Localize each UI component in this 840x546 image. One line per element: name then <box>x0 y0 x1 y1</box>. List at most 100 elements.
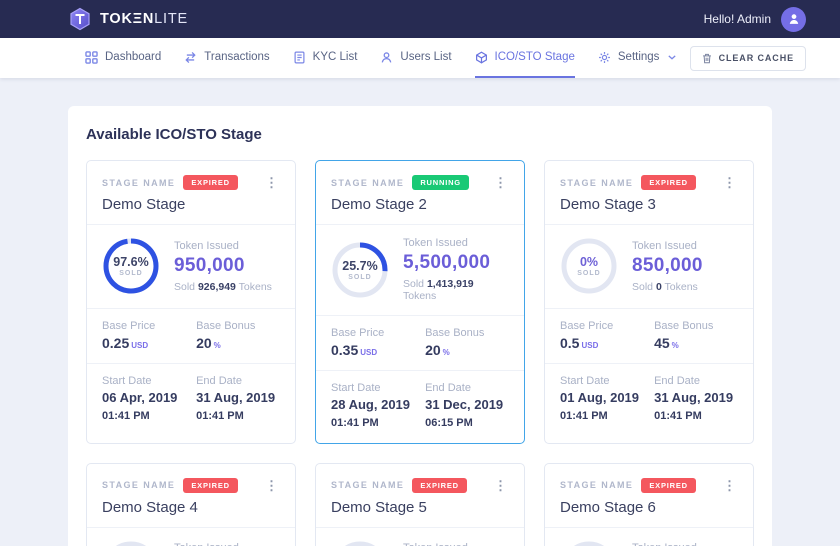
hexagon-logo-icon <box>68 7 92 31</box>
sold-tokens-line: Sold 0 Tokens <box>632 281 703 293</box>
base-bonus-value: 20% <box>425 342 509 358</box>
stage-card: STAGE NAME EXPIRED ⋮ Demo Stage 6 0% SOL… <box>544 463 754 546</box>
end-date-value: 31 Aug, 2019 01:41 PM <box>654 390 738 424</box>
token-issued-label: Token Issued <box>632 240 703 252</box>
sold-percent: 25.7% <box>342 259 377 273</box>
end-date-value: 31 Aug, 2019 01:41 PM <box>196 390 280 424</box>
clear-cache-button[interactable]: CLEAR CACHE <box>690 46 806 71</box>
sold-percent: 97.6% <box>113 255 148 269</box>
base-bonus-value: 45% <box>654 335 738 351</box>
status-badge: RUNNING <box>412 175 469 190</box>
nav-item-dashboard[interactable]: Dashboard <box>85 38 161 78</box>
base-price-value: 0.35USD <box>331 342 419 358</box>
base-price-label: Base Price <box>102 320 190 332</box>
user-avatar[interactable] <box>781 7 806 32</box>
page-title: Available ICO/STO Stage <box>86 126 754 143</box>
base-bonus-label: Base Bonus <box>654 320 738 332</box>
token-issued-label: Token Issued <box>174 240 272 252</box>
base-bonus-label: Base Bonus <box>425 327 509 339</box>
status-badge: EXPIRED <box>183 175 238 190</box>
nav-item-users-list[interactable]: Users List <box>380 38 451 78</box>
start-date-value: 28 Aug, 2019 01:41 PM <box>331 397 419 431</box>
sold-tokens-line: Sold 926,949 Tokens <box>174 281 272 293</box>
sold-caption: SOLD <box>577 270 600 277</box>
stage-title: Demo Stage <box>102 196 280 213</box>
sold-progress-ring: 0% SOLD <box>102 540 160 546</box>
nav-item-settings[interactable]: Settings <box>598 38 677 78</box>
stage-name-label: STAGE NAME <box>102 480 175 490</box>
sold-progress-ring: 0% SOLD <box>560 540 618 546</box>
usd-unit: USD <box>360 348 377 357</box>
stage-card: STAGE NAME EXPIRED ⋮ Demo Stage 5 0% SOL… <box>315 463 525 546</box>
base-price-label: Base Price <box>560 320 648 332</box>
card-menu-icon[interactable]: ⋮ <box>721 176 738 189</box>
sold-percent: 0% <box>580 255 598 269</box>
base-price-label: Base Price <box>331 327 419 339</box>
start-date-value: 06 Apr, 2019 01:41 PM <box>102 390 190 424</box>
token-issued-label: Token Issued <box>403 542 474 546</box>
chevron-down-icon <box>668 55 676 60</box>
greeting-text: Hello! Admin <box>704 12 771 26</box>
swap-arrows-icon <box>184 51 197 64</box>
card-menu-icon[interactable]: ⋮ <box>721 479 738 492</box>
status-badge: EXPIRED <box>641 175 696 190</box>
base-bonus-value: 20% <box>196 335 280 351</box>
sold-progress-ring: 97.6% SOLD <box>102 237 160 295</box>
gear-icon <box>598 51 611 64</box>
cards-grid: STAGE NAME EXPIRED ⋮ Demo Stage 97.6% SO… <box>86 160 754 546</box>
person-icon <box>787 12 801 26</box>
card-menu-icon[interactable]: ⋮ <box>492 479 509 492</box>
start-date-label: Start Date <box>102 375 190 387</box>
trash-icon <box>702 53 712 64</box>
sold-tokens-line: Sold 1,413,919 Tokens <box>403 278 509 302</box>
percent-unit: % <box>214 341 221 350</box>
start-date-value: 01 Aug, 2019 01:41 PM <box>560 390 648 424</box>
card-menu-icon[interactable]: ⋮ <box>492 176 509 189</box>
sold-progress-ring: 25.7% SOLD <box>331 241 389 299</box>
stage-name-label: STAGE NAME <box>331 178 404 188</box>
sold-progress-ring: 0% SOLD <box>560 237 618 295</box>
percent-unit: % <box>672 341 679 350</box>
stage-card: STAGE NAME EXPIRED ⋮ Demo Stage 3 0% SOL… <box>544 160 754 444</box>
stages-panel: Available ICO/STO Stage STAGE NAME EXPIR… <box>68 106 772 546</box>
cube-icon <box>475 51 488 64</box>
usd-unit: USD <box>581 341 598 350</box>
end-date-label: End Date <box>196 375 280 387</box>
card-menu-icon[interactable]: ⋮ <box>263 479 280 492</box>
nav-item-ico-sto-stage[interactable]: ICO/STO Stage <box>475 38 575 78</box>
dashboard-grid-icon <box>85 51 98 64</box>
token-issued-value: 5,500,000 <box>403 252 509 274</box>
stage-name-label: STAGE NAME <box>331 480 404 490</box>
end-date-label: End Date <box>654 375 738 387</box>
sold-amount: 926,949 <box>198 281 236 293</box>
nav-item-transactions[interactable]: Transactions <box>184 38 269 78</box>
start-date-label: Start Date <box>331 382 419 394</box>
stage-card: STAGE NAME RUNNING ⋮ Demo Stage 2 25.7% … <box>315 160 525 444</box>
card-menu-icon[interactable]: ⋮ <box>263 176 280 189</box>
main-navbar: Dashboard Transactions KYC List Users Li… <box>0 38 840 78</box>
stage-card: STAGE NAME EXPIRED ⋮ Demo Stage 97.6% SO… <box>86 160 296 444</box>
base-bonus-label: Base Bonus <box>196 320 280 332</box>
nav-item-kyc-list[interactable]: KYC List <box>293 38 358 78</box>
sold-amount: 0 <box>656 281 662 293</box>
brand-logo[interactable]: TOKΞNLITE <box>68 7 188 31</box>
stage-title: Demo Stage 5 <box>331 499 509 516</box>
document-list-icon <box>293 51 306 64</box>
token-issued-label: Token Issued <box>632 542 703 546</box>
usd-unit: USD <box>131 341 148 350</box>
percent-unit: % <box>443 348 450 357</box>
status-badge: EXPIRED <box>183 478 238 493</box>
token-issued-label: Token Issued <box>174 542 245 546</box>
main-content: Available ICO/STO Stage STAGE NAME EXPIR… <box>0 78 840 546</box>
base-price-value: 0.5USD <box>560 335 648 351</box>
stage-title: Demo Stage 6 <box>560 499 738 516</box>
base-price-value: 0.25USD <box>102 335 190 351</box>
stage-title: Demo Stage 3 <box>560 196 738 213</box>
sold-caption: SOLD <box>119 270 142 277</box>
start-date-label: Start Date <box>560 375 648 387</box>
stage-name-label: STAGE NAME <box>102 178 175 188</box>
sold-progress-ring: 0% SOLD <box>331 540 389 546</box>
stage-name-label: STAGE NAME <box>560 178 633 188</box>
status-badge: EXPIRED <box>412 478 467 493</box>
stage-name-label: STAGE NAME <box>560 480 633 490</box>
